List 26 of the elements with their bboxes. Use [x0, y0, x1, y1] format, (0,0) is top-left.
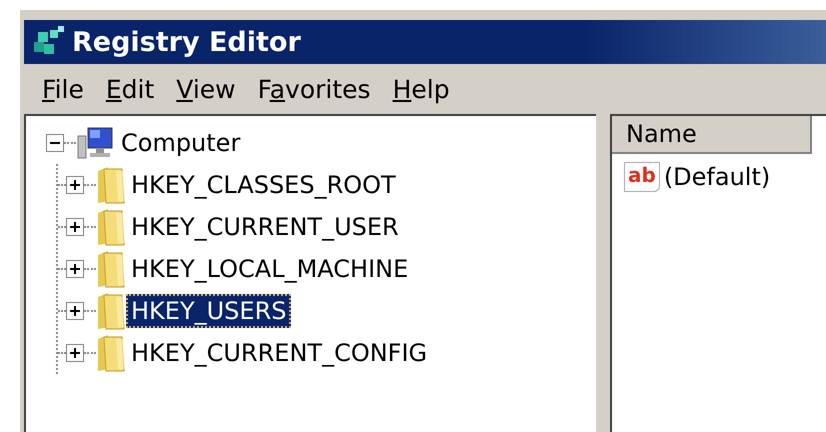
folder-icon [96, 333, 126, 373]
expand-icon[interactable] [66, 344, 84, 362]
value-name[interactable]: (Default) [664, 163, 770, 191]
menu-item[interactable]: Edit [98, 72, 162, 106]
tree-item[interactable]: HKEY_CURRENT_CONFIG [126, 336, 432, 370]
window-title: Registry Editor [72, 26, 301, 58]
expand-icon[interactable] [66, 218, 84, 236]
menu-item[interactable]: File [34, 72, 92, 106]
folder-icon [96, 291, 126, 331]
expand-icon[interactable] [66, 176, 84, 194]
menu-item[interactable]: View [168, 72, 244, 106]
folder-icon [96, 207, 126, 247]
folder-icon [96, 249, 126, 289]
tree-item[interactable]: HKEY_CURRENT_USER [126, 210, 404, 244]
menu-item[interactable]: Help [384, 72, 458, 106]
tree-item[interactable]: HKEY_LOCAL_MACHINE [126, 252, 414, 286]
tree-item[interactable]: HKEY_USERS [126, 294, 292, 328]
string-value-icon: ab [624, 162, 660, 192]
collapse-icon[interactable] [46, 134, 64, 152]
folder-icon [96, 165, 126, 205]
expand-icon[interactable] [66, 302, 84, 320]
column-header[interactable]: Name [612, 116, 812, 154]
expand-icon[interactable] [66, 260, 84, 278]
menu-item[interactable]: Favorites [250, 72, 379, 106]
tree-item[interactable]: Computer [116, 126, 246, 160]
tree-item[interactable]: HKEY_CLASSES_ROOT [126, 168, 401, 202]
